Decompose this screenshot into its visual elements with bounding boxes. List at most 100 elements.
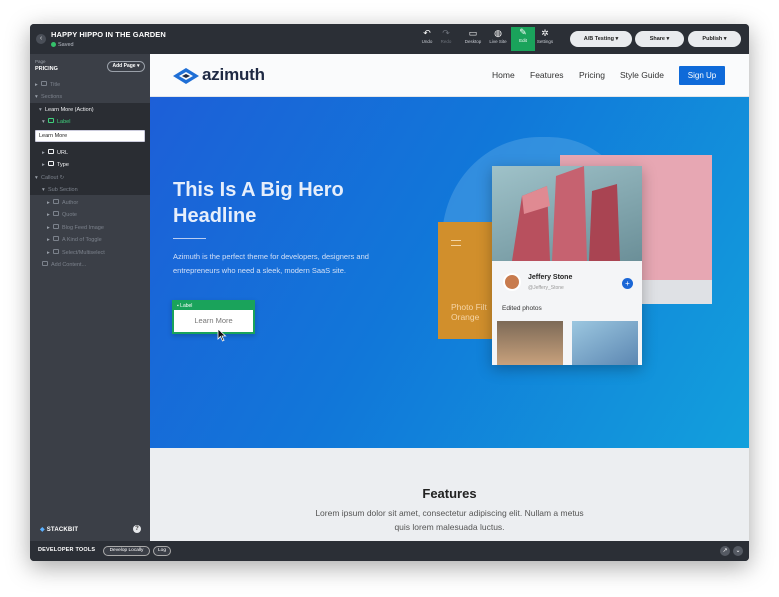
plus-icon: + — [622, 278, 633, 289]
field-icon — [41, 81, 47, 86]
thumbnail-photo — [572, 321, 638, 365]
tree-item-label: A Kind of Toggle — [62, 237, 102, 243]
save-status-label: Saved — [58, 42, 74, 48]
publish-button[interactable]: Publish ▾ — [688, 31, 741, 47]
tree-item-blog-feed-image[interactable]: ▸ Blog Feed Image — [47, 223, 104, 233]
learn-more-button[interactable]: Learn More — [174, 316, 253, 325]
tree-item-label: Sub Section — [48, 187, 78, 193]
menu-lines-icon — [451, 240, 461, 246]
features-text[interactable]: Lorem ipsum dolor sit amet, consectetur … — [310, 506, 589, 534]
tree-item-label: Sections — [41, 94, 63, 100]
undo-label: Undo — [421, 39, 433, 44]
log-button[interactable]: Log — [153, 546, 171, 556]
tree-item-author[interactable]: ▸ Author — [47, 198, 78, 208]
pencil-icon: ✎ — [519, 27, 527, 37]
add-content-label: Add Content... — [51, 262, 87, 268]
image-icon — [53, 224, 59, 229]
tree-item-label-field[interactable]: ▾ Label — [42, 117, 70, 127]
tree-item-label: Quote — [62, 212, 77, 218]
card-user-name: Jeffery Stone — [528, 274, 573, 281]
site-header: azimuth Home Features Pricing Style Guid… — [150, 54, 749, 97]
live-site-button[interactable]: ◍ Live Site — [486, 28, 510, 50]
editor-window: ‹ HAPPY HIPPO IN THE GARDEN Saved ↶ Undo … — [30, 24, 749, 561]
nav-style-guide[interactable]: Style Guide — [620, 70, 664, 80]
features-title[interactable]: Features — [150, 486, 749, 501]
architecture-photo — [492, 166, 642, 261]
signup-button[interactable]: Sign Up — [679, 66, 725, 85]
settings-button[interactable]: ✲ Settings — [533, 28, 557, 50]
gear-icon: ✲ — [541, 28, 549, 38]
tree-item-sub-section[interactable]: ▾ Sub Section — [42, 185, 78, 195]
toggle-icon — [53, 236, 59, 241]
live-site-label: Live Site — [489, 39, 507, 44]
tree-item-callout[interactable]: ▾ Callout ↻ — [35, 173, 64, 183]
app-title: HAPPY HIPPO IN THE GARDEN — [51, 30, 166, 39]
site-preview: azimuth Home Features Pricing Style Guid… — [150, 54, 749, 541]
features-section: Features Lorem ipsum dolor sit amet, con… — [150, 448, 749, 541]
site-logo-text[interactable]: azimuth — [202, 65, 265, 85]
field-icon — [48, 161, 54, 166]
expand-icon[interactable]: ↗ — [720, 546, 730, 556]
chevron-left-icon: ‹ — [39, 35, 43, 42]
photo-filter-text: Photo Filt Orange — [451, 302, 487, 322]
sidebar: Page PRICING Add Page ▾ ▸ Title ▾ Sections… — [30, 54, 150, 541]
tree-item-label: Title — [50, 82, 61, 88]
tree-item-label: Author — [62, 200, 79, 206]
edit-label: Edit — [519, 38, 527, 43]
tree-item-sections[interactable]: ▾ Sections — [35, 92, 62, 102]
hero-divider — [173, 238, 206, 239]
tree-item-label: Label — [57, 119, 71, 125]
building-illustration — [512, 166, 620, 261]
tree-item-label: Callout — [41, 175, 59, 181]
tree-item-label: Learn More (Action) — [45, 107, 94, 113]
redo-icon: ↷ — [442, 28, 450, 38]
thumbnail-photo — [497, 321, 563, 365]
hero-button-selected[interactable]: ▪ Label Learn More — [172, 300, 255, 334]
tree-item-label: Select/Multiselect — [62, 250, 105, 256]
redo-label: Redo — [440, 39, 452, 44]
globe-icon: ◍ — [494, 28, 502, 38]
developer-tools-bar: DEVELOPER TOOLS Develop Locally Log ↗ ⌄ — [30, 541, 749, 561]
plus-icon — [42, 261, 48, 266]
page-value[interactable]: PRICING — [35, 66, 58, 72]
nav-home[interactable]: Home — [492, 70, 515, 80]
back-button[interactable]: ‹ — [36, 34, 46, 44]
label-input[interactable]: Learn More — [35, 130, 145, 142]
tree-item-label: URL — [57, 150, 69, 156]
developer-tools-label: DEVELOPER TOOLS — [38, 547, 96, 553]
hero-headline[interactable]: This Is A Big Hero Headline — [173, 177, 403, 229]
tree-item-toggle[interactable]: ▸ A Kind of Toggle — [47, 235, 102, 245]
hero-text[interactable]: Azimuth is the perfect theme for develop… — [173, 250, 378, 278]
nav-features[interactable]: Features — [530, 70, 564, 80]
ab-testing-button[interactable]: A/B Testing ▾ — [570, 31, 632, 47]
photo-filter-card: Photo Filt Orange — [438, 222, 494, 339]
stackbit-label: STACKBIT — [46, 527, 79, 533]
stackbit-logo: ◆ STACKBIT — [40, 526, 78, 533]
card-user-handle: @Jeffery_Stone — [528, 285, 564, 291]
chevron-down-icon[interactable]: ⌄ — [733, 546, 743, 556]
tree-item-label: Type — [57, 162, 69, 168]
share-button[interactable]: Share ▾ — [635, 31, 684, 47]
save-status: Saved — [51, 42, 74, 48]
field-icon — [48, 118, 54, 123]
tree-item-select[interactable]: ▸ Select/Multiselect — [47, 248, 105, 258]
settings-label: Settings — [536, 39, 554, 44]
field-icon — [48, 149, 54, 154]
redo-button[interactable]: ↷ Redo — [434, 28, 458, 50]
edit-button[interactable]: ✎ Edit — [511, 27, 535, 51]
nav-pricing[interactable]: Pricing — [579, 70, 605, 80]
tree-item-url[interactable]: ▸ URL — [42, 148, 68, 158]
tree-item-learn-more[interactable]: ▾ Learn More (Action) — [39, 105, 94, 115]
desktop-icon: ▭ — [468, 28, 478, 38]
develop-locally-button[interactable]: Develop Locally — [103, 546, 150, 556]
desktop-label: Desktop — [464, 39, 482, 44]
add-content-button[interactable]: Add Content... — [42, 260, 86, 270]
tree-item-type[interactable]: ▸ Type — [42, 160, 69, 170]
select-icon — [53, 249, 59, 254]
help-icon[interactable]: ? — [133, 525, 141, 533]
tree-item-title[interactable]: ▸ Title — [35, 80, 60, 90]
desktop-button[interactable]: ▭ Desktop — [461, 28, 485, 50]
add-page-button[interactable]: Add Page ▾ — [107, 61, 145, 72]
field-icon — [53, 211, 59, 216]
tree-item-quote[interactable]: ▸ Quote — [47, 210, 77, 220]
